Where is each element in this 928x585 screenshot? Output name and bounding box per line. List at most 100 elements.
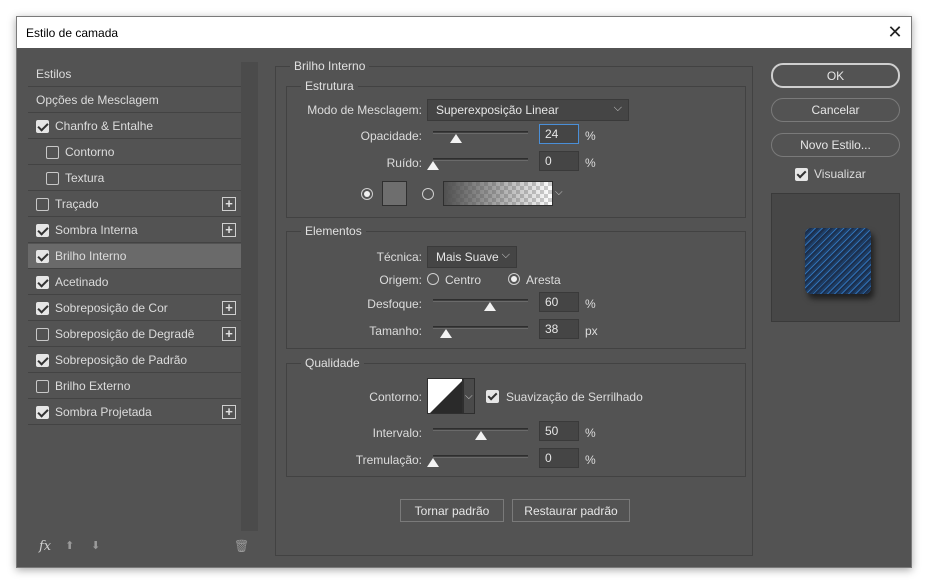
add-effect-icon[interactable]: + [222, 301, 236, 315]
reset-default-button[interactable]: Restaurar padrão [512, 499, 630, 522]
fx-icon[interactable]: fx [39, 539, 51, 554]
opacity-slider-thumb[interactable] [449, 134, 462, 143]
opacity-input[interactable]: 24 [539, 124, 579, 144]
range-slider-thumb[interactable] [474, 431, 487, 440]
range-input[interactable]: 50 [539, 421, 579, 441]
style-item-checkbox[interactable] [46, 171, 59, 185]
source-center-radio[interactable] [427, 273, 439, 285]
style-item-checkbox[interactable] [36, 405, 49, 419]
close-icon[interactable]: ✕ [879, 17, 911, 48]
chevron-down-icon: ⌵ [613, 102, 622, 114]
style-item[interactable]: Brilho Interno [28, 244, 241, 269]
choke-slider-thumb[interactable] [484, 302, 496, 311]
style-item-checkbox[interactable] [36, 197, 49, 211]
style-item-label: Sobreposição de Padrão [55, 353, 188, 367]
style-item[interactable]: Opções de Mesclagem [28, 88, 241, 113]
new-style-button[interactable]: Novo Estilo... [771, 133, 900, 157]
trash-icon[interactable]: 🗑 [234, 539, 249, 553]
add-effect-icon[interactable]: + [222, 223, 236, 237]
blend-mode-dropdown[interactable]: Superexposição Linear ⌵ [427, 99, 629, 121]
style-item-checkbox[interactable] [36, 119, 49, 133]
style-item-checkbox[interactable] [36, 327, 49, 341]
glow-gradient-swatch[interactable] [443, 181, 553, 206]
style-item[interactable]: Brilho Externo [28, 374, 241, 399]
style-item[interactable]: Sombra Interna + [28, 218, 241, 243]
style-item-checkbox[interactable] [36, 275, 49, 289]
style-item[interactable]: Chanfro & Entalhe [28, 114, 241, 139]
style-item[interactable]: Textura [28, 166, 241, 191]
noise-unit: % [585, 156, 596, 170]
style-item-label: Acetinado [55, 275, 109, 289]
opacity-slider[interactable] [433, 131, 528, 143]
style-item[interactable]: Acetinado [28, 270, 241, 295]
cancel-button[interactable]: Cancelar [771, 98, 900, 122]
noise-slider[interactable] [427, 158, 528, 170]
antialias-checkbox[interactable] [486, 390, 499, 403]
noise-slider-thumb[interactable] [427, 161, 439, 170]
style-item-label: Contorno [65, 145, 115, 159]
technique-value: Mais Suave [436, 250, 499, 264]
style-item-checkbox[interactable] [36, 249, 49, 263]
elements-group: Elementos Técnica: Mais Suave ⌵ Origem: … [286, 224, 746, 349]
style-item[interactable]: Sobreposição de Padrão [28, 348, 241, 373]
jitter-slider[interactable] [427, 455, 528, 467]
style-item-checkbox[interactable] [36, 379, 49, 393]
style-item-checkbox[interactable] [46, 145, 59, 159]
ok-button[interactable]: OK [771, 63, 900, 88]
add-effect-icon[interactable]: + [222, 327, 236, 341]
style-item-label: Traçado [55, 197, 99, 211]
size-slider-thumb[interactable] [440, 329, 453, 338]
jitter-label: Tremulação: [355, 453, 422, 467]
jitter-input[interactable]: 0 [539, 448, 579, 468]
style-item[interactable]: Sobreposição de Cor + [28, 296, 241, 321]
gradient-chevron-icon[interactable]: ⌵ [555, 187, 563, 198]
choke-input[interactable]: 60 [539, 292, 579, 312]
add-effect-icon[interactable]: + [222, 197, 236, 211]
make-default-button[interactable]: Tornar padrão [400, 499, 504, 522]
title-bar: Estilo de camada ✕ [17, 17, 911, 48]
range-slider[interactable] [433, 428, 528, 440]
layer-style-dialog: Estilo de camada ✕ Estilos Opções de Mesc… [16, 16, 912, 568]
technique-dropdown[interactable]: Mais Suave ⌵ [427, 246, 517, 268]
choke-unit: % [585, 297, 596, 311]
glow-color-swatch[interactable] [382, 181, 407, 206]
source-label: Origem: [379, 273, 422, 287]
style-item[interactable]: Sobreposição de Degradê + [28, 322, 241, 347]
structure-title: Estrutura [301, 79, 358, 93]
size-label: Tamanho: [369, 324, 422, 338]
style-item-label: Brilho Interno [55, 249, 127, 263]
blend-mode-value: Superexposição Linear [436, 103, 559, 117]
style-item[interactable]: Contorno [28, 140, 241, 165]
choke-label: Desfoque: [367, 297, 422, 311]
style-item-checkbox[interactable] [36, 301, 49, 315]
dialog-title: Estilo de camada [26, 26, 119, 40]
antialias-label: Suavização de Serrilhado [506, 390, 643, 404]
style-item-checkbox[interactable] [36, 353, 49, 367]
styles-list-scrollbar[interactable] [241, 62, 258, 531]
move-down-icon[interactable]: ⬇ [91, 539, 100, 552]
style-item[interactable]: Traçado + [28, 192, 241, 217]
contour-dropdown[interactable]: ⌵ [463, 378, 475, 414]
style-item-label: Estilos [36, 67, 72, 81]
solid-color-radio[interactable] [361, 188, 373, 200]
size-slider[interactable] [433, 326, 528, 338]
style-item[interactable]: Sombra Projetada + [28, 400, 241, 425]
chevron-down-icon: ⌵ [465, 391, 473, 402]
style-item-label: Opções de Mesclagem [36, 93, 159, 107]
contour-curve-icon [430, 381, 462, 413]
choke-slider[interactable] [433, 299, 528, 311]
gradient-radio[interactable] [422, 188, 434, 200]
jitter-slider-thumb[interactable] [427, 458, 439, 467]
elements-title: Elementos [301, 224, 366, 238]
preview-thumbnail [805, 228, 871, 294]
noise-input[interactable]: 0 [539, 151, 579, 171]
style-item[interactable]: Estilos [28, 62, 241, 87]
source-edge-radio[interactable] [508, 273, 520, 285]
preview-checkbox[interactable] [795, 168, 808, 181]
style-item-checkbox[interactable] [36, 223, 49, 237]
add-effect-icon[interactable]: + [222, 405, 236, 419]
move-up-icon[interactable]: ⬆ [65, 539, 74, 552]
style-item-label: Sombra Interna [55, 223, 138, 237]
size-input[interactable]: 38 [539, 319, 579, 339]
contour-picker[interactable] [427, 378, 463, 414]
